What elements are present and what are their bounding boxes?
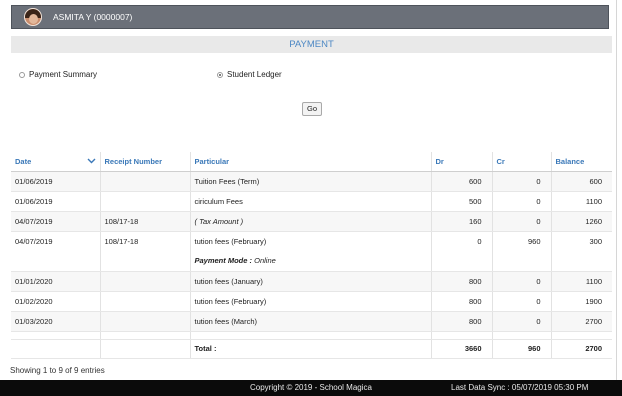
- cell-empty: [100, 251, 191, 272]
- cell-empty: [11, 251, 101, 272]
- col-cr[interactable]: Cr: [492, 152, 552, 172]
- cell-empty: [100, 339, 191, 359]
- cell-balance: 1260: [551, 211, 612, 232]
- cell-balance: 300: [589, 236, 602, 246]
- total-cr: 960: [492, 339, 552, 359]
- cell-empty: [11, 339, 101, 359]
- user-bar: ASMITA Y (0000007): [11, 5, 609, 29]
- cell-particular: tution fees (January): [190, 271, 432, 292]
- cell-particular: Tuition Fees (Term): [190, 171, 432, 192]
- cell-date: 01/06/2019: [11, 171, 101, 192]
- cell-particular: tution fees (March): [190, 311, 432, 332]
- cell-balance: 1900: [551, 291, 612, 312]
- table-row: 01/01/2020 tution fees (January) 800 0 1…: [11, 271, 612, 292]
- cell-particular: tution fees (February): [190, 291, 432, 312]
- col-particular[interactable]: Particular: [190, 152, 432, 172]
- table-row-empty: [11, 331, 612, 340]
- cell-cr: 0: [492, 271, 552, 292]
- col-dr[interactable]: Dr: [431, 152, 493, 172]
- cell-date: 04/07/2019: [11, 211, 101, 232]
- cell-receipt: 108/17-18: [100, 211, 191, 232]
- table-row: 01/06/2019 Tuition Fees (Term) 600 0 600: [11, 171, 612, 192]
- table-header-row: Date Receipt Number Particular Dr Cr Bal…: [11, 152, 612, 172]
- cell-date: 01/01/2020: [11, 271, 101, 292]
- cell-dr: 800: [431, 311, 493, 332]
- payment-mode: Payment Mode : Online: [190, 251, 432, 272]
- cell-empty: [190, 331, 432, 340]
- cell-empty: [551, 251, 612, 272]
- student-ledger-label: Student Ledger: [227, 70, 282, 79]
- cell-particular: tution fees (February): [190, 231, 432, 251]
- cell-dr: 800: [431, 291, 493, 312]
- payment-summary-radio[interactable]: [19, 71, 25, 78]
- cell-receipt: [100, 271, 191, 292]
- student-ledger-option[interactable]: Student Ledger: [217, 70, 282, 79]
- user-name: ASMITA Y (0000007): [53, 12, 133, 22]
- total-dr: 3660: [431, 339, 493, 359]
- cell-dr: 500: [431, 191, 493, 212]
- col-date[interactable]: Date: [11, 152, 101, 172]
- cell-date: 04/07/2019: [11, 231, 101, 251]
- payment-mode-row: Payment Mode : Online: [11, 251, 612, 272]
- go-button[interactable]: Go: [302, 102, 322, 116]
- cell-cr: 0: [492, 211, 552, 232]
- cell-cr: 0: [492, 191, 552, 212]
- cell-balance: 1100: [551, 271, 612, 292]
- payment-summary-option[interactable]: Payment Summary: [19, 70, 97, 79]
- cell-empty: [431, 331, 493, 340]
- copyright-text: Copyright © 2019 - School Magica: [250, 383, 372, 392]
- cell-receipt: [100, 311, 191, 332]
- cell-dr: 160: [431, 211, 493, 232]
- table-row: 01/06/2019 ciriculum Fees 500 0 1100: [11, 191, 612, 212]
- total-label: Total :: [190, 339, 432, 359]
- cell-receipt: [100, 171, 191, 192]
- cell-cr: 0: [492, 291, 552, 312]
- student-ledger-radio[interactable]: [217, 71, 223, 78]
- cell-balance: 600: [551, 171, 612, 192]
- total-row: Total : 3660 960 2700: [11, 339, 612, 359]
- cell-empty: [431, 251, 493, 272]
- payment-mode-label: Payment Mode :: [194, 256, 253, 266]
- cell-cr: 0: [492, 171, 552, 192]
- cell-empty: [551, 331, 612, 340]
- page-title: PAYMENT: [11, 36, 612, 53]
- table-row: 04/07/2019 108/17-18 ( Tax Amount ) 160 …: [11, 211, 612, 232]
- cell-receipt: [100, 291, 191, 312]
- last-sync-text: Last Data Sync : 05/07/2019 05:30 PM: [451, 383, 589, 392]
- col-balance[interactable]: Balance: [551, 152, 612, 172]
- total-balance: 2700: [551, 339, 612, 359]
- cell-empty: [492, 251, 552, 272]
- cell-empty: [492, 331, 552, 340]
- cell-receipt: [100, 191, 191, 212]
- cell-cr: 0: [492, 311, 552, 332]
- cell-empty: [100, 331, 191, 340]
- avatar-face: [29, 14, 38, 24]
- footer: Copyright © 2019 - School Magica Last Da…: [0, 380, 622, 396]
- ledger-table: Date Receipt Number Particular Dr Cr Bal…: [11, 152, 612, 359]
- cell-dr: 0: [431, 231, 493, 251]
- avatar[interactable]: [24, 8, 42, 26]
- payment-summary-label: Payment Summary: [29, 70, 98, 79]
- entries-info: Showing 1 to 9 of 9 entries: [10, 366, 105, 375]
- cell-dr: 800: [431, 271, 493, 292]
- col-date-label: Date: [15, 156, 32, 166]
- cell-dr: 600: [431, 171, 493, 192]
- cell-cr: 960: [492, 231, 552, 251]
- chevron-down-icon[interactable]: [87, 158, 96, 164]
- cell-particular: ( Tax Amount ): [190, 211, 432, 232]
- col-receipt-number[interactable]: Receipt Number: [100, 152, 191, 172]
- cell-balance: 1100: [551, 191, 612, 212]
- cell-receipt: 108/17-18: [100, 231, 191, 251]
- cell-balance: 2700: [551, 311, 612, 332]
- table-row: 04/07/2019 108/17-18 tution fees (Februa…: [11, 231, 612, 251]
- cell-date: 01/06/2019: [11, 191, 101, 212]
- cell-particular: ciriculum Fees: [190, 191, 432, 212]
- payment-mode-value: Online: [254, 256, 276, 266]
- table-row: 01/02/2020 tution fees (February) 800 0 …: [11, 291, 612, 312]
- cell-date: 01/02/2020: [11, 291, 101, 312]
- table-row: 01/03/2020 tution fees (March) 800 0 270…: [11, 311, 612, 332]
- cell-empty: [11, 331, 101, 340]
- cell-date: 01/03/2020: [11, 311, 101, 332]
